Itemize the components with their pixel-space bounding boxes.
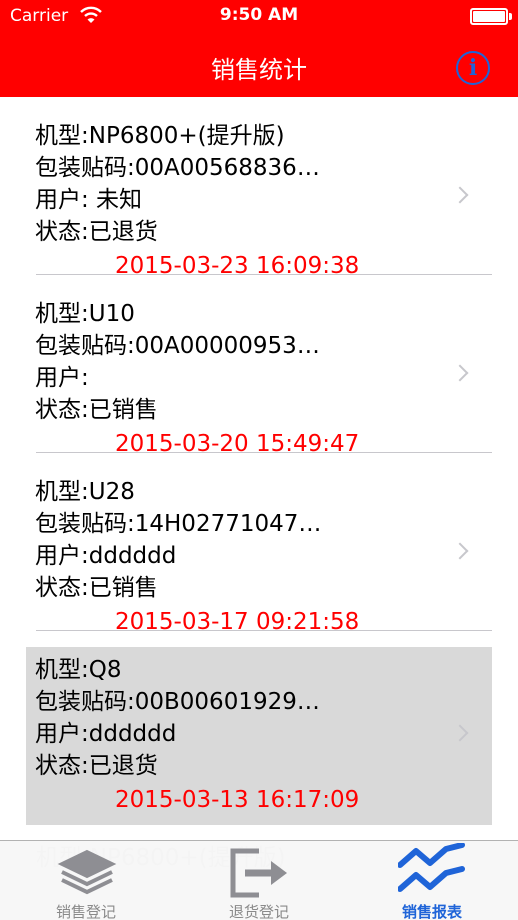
- record-package-code: 包装贴码:14H02771047…: [35, 511, 322, 537]
- record-model: 机型:Q8: [35, 657, 122, 683]
- chevron-right-icon: [451, 364, 469, 382]
- record-user: 用户:dddddd: [35, 721, 177, 747]
- record-user: 用户: 未知: [35, 187, 143, 213]
- chevron-right-icon: [451, 542, 469, 560]
- record-status: 状态:已退货: [35, 219, 158, 245]
- record-status: 状态:已销售: [35, 397, 158, 423]
- tab-sales-report[interactable]: 销售报表: [346, 841, 518, 920]
- record-date: 2015-03-13 16:17:09: [115, 787, 360, 813]
- record-model: 机型:NP6800+(提升版): [35, 123, 285, 149]
- record-package-code: 包装贴码:00A00000953…: [35, 333, 320, 359]
- record-row[interactable]: 机型:NP6800+(提升版) 包装贴码:00A00568836… 用户: 未知…: [26, 97, 492, 279]
- record-row[interactable]: 机型:U28 包装贴码:14H02771047… 用户:dddddd 状态:已销…: [26, 453, 492, 635]
- info-icon[interactable]: i: [456, 51, 490, 85]
- navigation-bar: 销售统计 i: [0, 34, 518, 97]
- logout-icon: [230, 848, 287, 898]
- record-row[interactable]: 机型:U10 包装贴码:00A00000953… 用户: 状态:已销售 2015…: [26, 275, 492, 457]
- tab-label: 销售登记: [55, 903, 116, 920]
- record-status: 状态:已销售: [35, 575, 158, 601]
- battery-icon: [470, 8, 508, 25]
- record-row-selected[interactable]: 机型:Q8 包装贴码:00B00601929… 用户:dddddd 状态:已退货…: [26, 647, 492, 825]
- chevron-right-icon: [451, 186, 469, 204]
- record-user: 用户:dddddd: [35, 543, 177, 569]
- layers-icon: [57, 849, 117, 895]
- trend-chart-icon: [398, 843, 465, 892]
- record-user: 用户:: [35, 365, 89, 391]
- record-status: 状态:已退货: [35, 753, 158, 779]
- sales-record-list[interactable]: 机型:NP6800+(提升版) 包装贴码:00A00568836… 用户: 未知…: [0, 97, 518, 840]
- record-date: 2015-03-17 09:21:58: [115, 609, 360, 635]
- record-package-code: 包装贴码:00A00568836…: [35, 155, 320, 181]
- tab-return-register[interactable]: 退货登记: [173, 841, 345, 920]
- status-bar: Carrier 9:50 AM: [0, 0, 518, 34]
- record-model: 机型:U28: [35, 479, 135, 505]
- tab-label: 销售报表: [401, 903, 462, 920]
- row-divider: [36, 630, 492, 631]
- tab-sales-register[interactable]: 销售登记: [0, 841, 172, 920]
- tab-label: 退货登记: [228, 903, 289, 920]
- chevron-right-icon: [451, 724, 469, 742]
- tab-bar: 销售登记 退货登记 销售报表: [0, 840, 518, 920]
- page-title: 销售统计: [211, 56, 307, 84]
- record-model: 机型:U10: [35, 301, 135, 327]
- battery-cap: [509, 13, 512, 20]
- record-package-code: 包装贴码:00B00601929…: [35, 689, 320, 715]
- clock: 9:50 AM: [219, 5, 299, 25]
